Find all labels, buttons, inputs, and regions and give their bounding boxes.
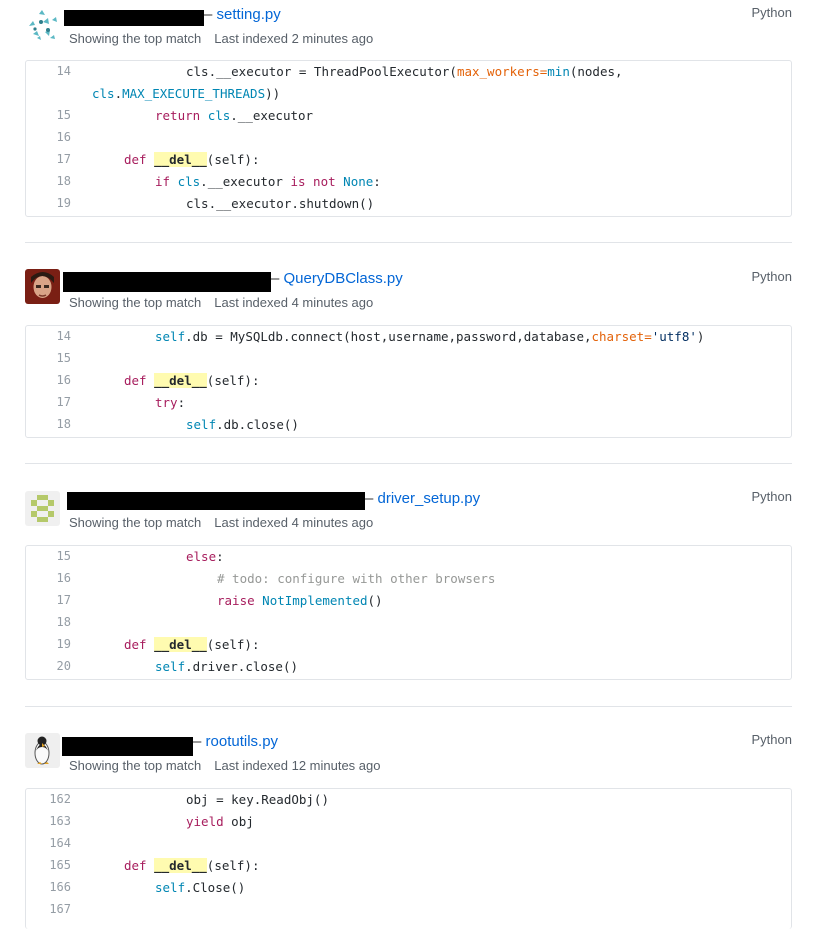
redacted-owner xyxy=(62,737,193,756)
divider xyxy=(25,242,792,243)
code-line: else: xyxy=(186,549,224,564)
indexed-time: Last indexed 4 minutes ago xyxy=(214,515,374,530)
line-number: 17 xyxy=(56,593,71,607)
result-meta: Showing the top match Last indexed 2 minu… xyxy=(69,31,373,46)
code-line: return cls.__executor xyxy=(155,108,314,123)
search-highlight: __del__ xyxy=(154,373,207,388)
code-line: def __del__(self): xyxy=(124,152,260,167)
code-line-wrap: cls.MAX_EXECUTE_THREADS)) xyxy=(92,86,281,101)
divider xyxy=(25,706,792,707)
code-line: self.db.close() xyxy=(186,417,299,432)
code-line: def __del__(self): xyxy=(124,373,260,388)
code-line: self.Close() xyxy=(155,880,246,895)
line-number: 164 xyxy=(49,836,71,850)
line-number: 163 xyxy=(49,814,71,828)
search-highlight: __del__ xyxy=(154,152,207,167)
line-number: 167 xyxy=(49,902,71,916)
language-label: Python xyxy=(751,269,792,284)
line-number: 14 xyxy=(56,329,71,343)
code-line: obj = key.ReadObj() xyxy=(186,792,329,807)
language-label: Python xyxy=(751,732,792,747)
redacted-owner xyxy=(64,10,204,26)
match-label: Showing the top match xyxy=(69,31,202,46)
line-number: 166 xyxy=(49,880,71,894)
line-number: 16 xyxy=(56,373,71,387)
avatar[interactable] xyxy=(25,8,60,43)
line-number: 18 xyxy=(56,417,71,431)
file-link[interactable]: – QueryDBClass.py xyxy=(271,270,403,287)
file-link[interactable]: – driver_setup.py xyxy=(365,490,480,507)
match-label: Showing the top match xyxy=(69,758,202,773)
redacted-owner xyxy=(67,492,365,510)
line-number: 19 xyxy=(56,637,71,651)
line-number: 15 xyxy=(56,351,71,365)
line-number: 162 xyxy=(49,792,71,806)
line-number: 14 xyxy=(56,64,71,78)
result-meta: Showing the top match Last indexed 12 min… xyxy=(69,758,380,773)
language-label: Python xyxy=(751,5,792,20)
search-highlight: __del__ xyxy=(154,858,207,873)
divider xyxy=(25,463,792,464)
code-line: cls.__executor = ThreadPoolExecutor(max_… xyxy=(186,64,623,79)
result-meta: Showing the top match Last indexed 4 minu… xyxy=(69,515,373,530)
indexed-time: Last indexed 4 minutes ago xyxy=(214,295,374,310)
avatar[interactable] xyxy=(25,733,60,768)
indexed-time: Last indexed 2 minutes ago xyxy=(214,31,374,46)
code-snippet: 14 self.db = MySQLdb.connect(host,userna… xyxy=(25,325,792,438)
code-line: yield obj xyxy=(186,814,254,829)
file-link[interactable]: – rootutils.py xyxy=(193,733,278,750)
code-snippet: 15 else: 16 # todo: configure with other… xyxy=(25,545,792,680)
code-line: def __del__(self): xyxy=(124,637,260,652)
code-line: def __del__(self): xyxy=(124,858,260,873)
code-snippet: 14 cls.__executor = ThreadPoolExecutor(m… xyxy=(25,60,792,217)
line-number: 17 xyxy=(56,152,71,166)
indexed-time: Last indexed 12 minutes ago xyxy=(214,758,381,773)
search-highlight: __del__ xyxy=(154,637,207,652)
code-line: raise NotImplemented() xyxy=(217,593,383,608)
match-label: Showing the top match xyxy=(69,295,202,310)
code-line: self.db = MySQLdb.connect(host,username,… xyxy=(155,329,705,344)
match-label: Showing the top match xyxy=(69,515,202,530)
line-number: 15 xyxy=(56,549,71,563)
line-number: 165 xyxy=(49,858,71,872)
file-link[interactable]: – setting.py xyxy=(204,6,281,23)
line-number: 20 xyxy=(56,659,71,673)
line-number: 18 xyxy=(56,615,71,629)
language-label: Python xyxy=(751,489,792,504)
line-number: 17 xyxy=(56,395,71,409)
code-line: cls.__executor.shutdown() xyxy=(186,196,375,211)
code-line: try: xyxy=(155,395,186,410)
redacted-owner xyxy=(63,272,271,292)
line-number: 19 xyxy=(56,196,71,210)
result-meta: Showing the top match Last indexed 4 minu… xyxy=(69,295,373,310)
code-comment: # todo: configure with other browsers xyxy=(217,571,496,586)
avatar[interactable] xyxy=(25,269,60,304)
code-line: if cls.__executor is not None: xyxy=(155,174,381,189)
line-number: 15 xyxy=(56,108,71,122)
code-snippet: 162 obj = key.ReadObj() 163 yield obj 16… xyxy=(25,788,792,929)
line-number: 18 xyxy=(56,174,71,188)
code-line: self.driver.close() xyxy=(155,659,298,674)
line-number: 16 xyxy=(56,571,71,585)
avatar[interactable] xyxy=(25,491,60,526)
line-number: 16 xyxy=(56,130,71,144)
